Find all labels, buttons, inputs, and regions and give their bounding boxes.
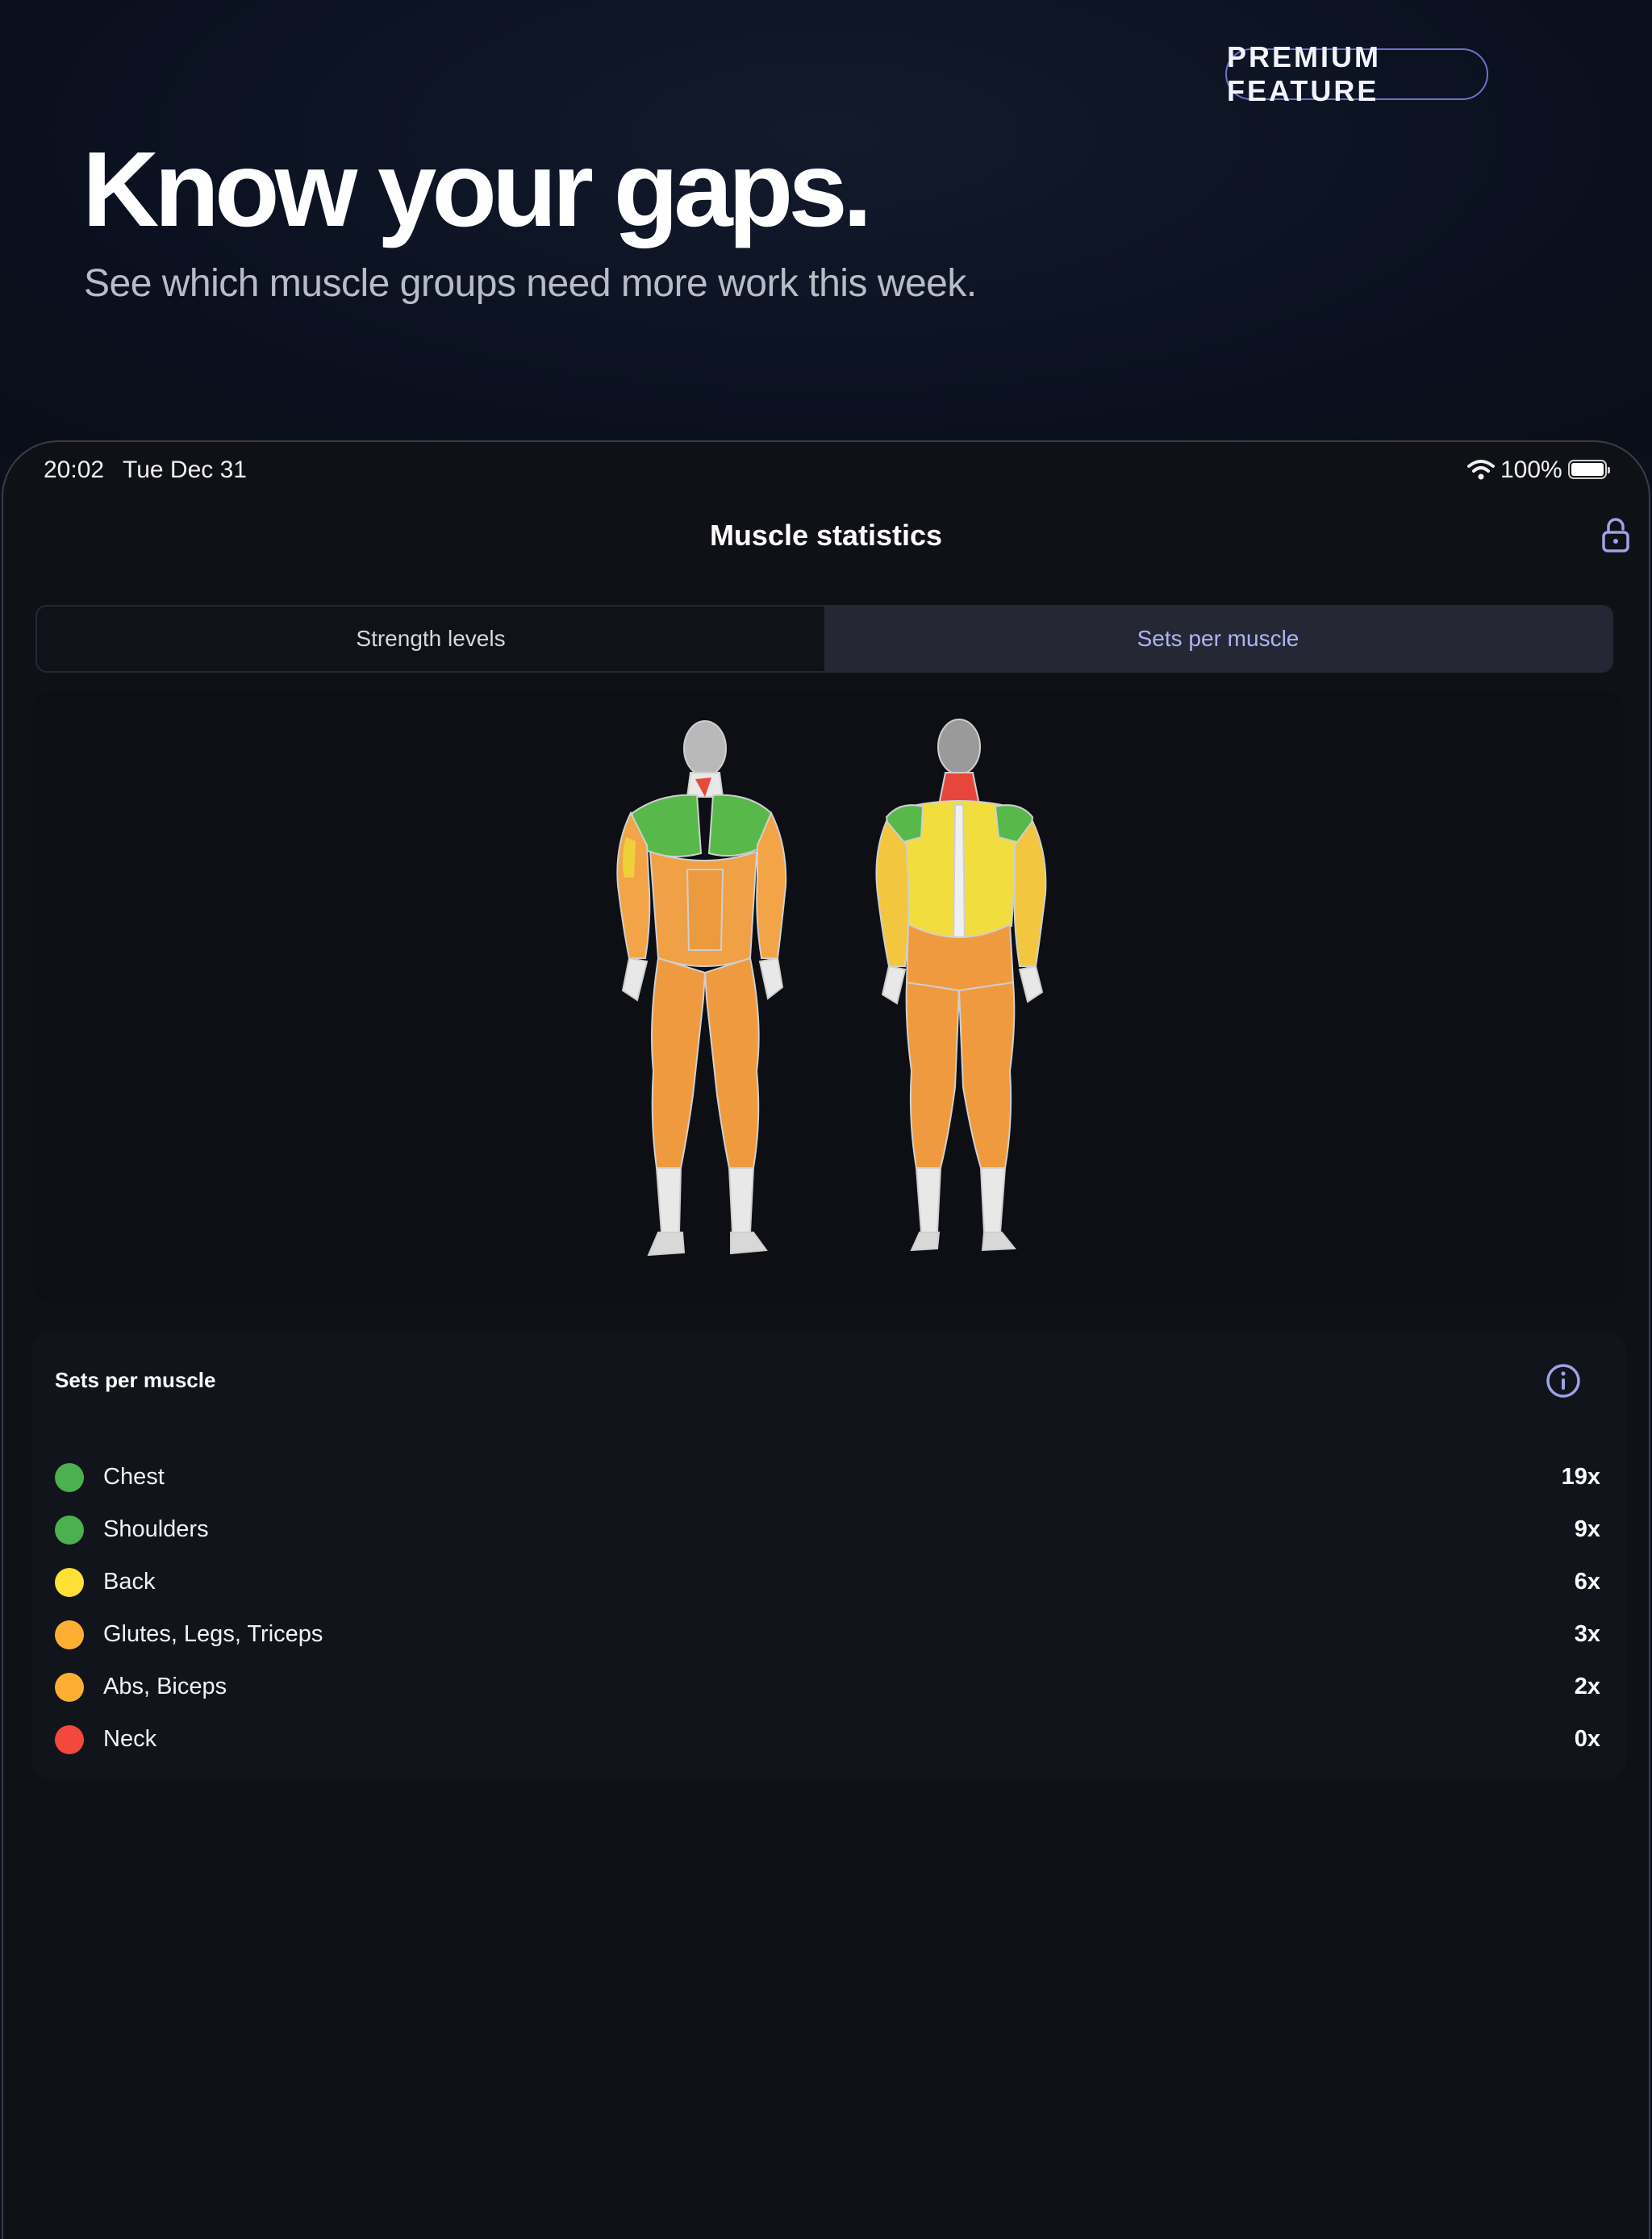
status-dot-orange bbox=[55, 1620, 84, 1649]
stat-row[interactable]: Neck 0x bbox=[32, 1716, 1626, 1764]
sets-count: 9x bbox=[1574, 1516, 1600, 1542]
stat-row[interactable]: Glutes, Legs, Triceps 3x bbox=[32, 1611, 1626, 1659]
sets-count: 2x bbox=[1574, 1674, 1600, 1699]
body-map-card bbox=[32, 692, 1625, 1303]
segmented-control: Strength levels Sets per muscle bbox=[35, 605, 1613, 673]
device-screen: 20:02 Tue Dec 31 100% Muscle statistics … bbox=[2, 440, 1650, 2239]
muscle-label: Chest bbox=[103, 1464, 165, 1490]
sets-count: 19x bbox=[1561, 1464, 1600, 1490]
muscle-label: Neck bbox=[103, 1726, 157, 1752]
sets-count: 3x bbox=[1574, 1621, 1600, 1647]
stat-row[interactable]: Chest 19x bbox=[32, 1453, 1626, 1502]
stats-title: Sets per muscle bbox=[55, 1368, 216, 1392]
status-time: 20:02 bbox=[44, 457, 105, 483]
muscle-label: Back bbox=[103, 1569, 156, 1595]
body-back-figure bbox=[875, 719, 1047, 1252]
tab-strength-levels[interactable]: Strength levels bbox=[37, 607, 824, 671]
sets-count: 6x bbox=[1574, 1569, 1600, 1595]
status-dot-green bbox=[55, 1516, 84, 1545]
status-dot-green bbox=[55, 1463, 84, 1492]
muscle-label: Abs, Biceps bbox=[103, 1674, 227, 1699]
stat-row[interactable]: Abs, Biceps 2x bbox=[32, 1663, 1626, 1712]
info-icon[interactable] bbox=[1546, 1363, 1581, 1399]
sets-count: 0x bbox=[1574, 1726, 1600, 1752]
body-front-figure bbox=[616, 720, 787, 1257]
sets-per-muscle-card: Sets per muscle Chest 19x Shoulders 9x B… bbox=[32, 1332, 1626, 1779]
stat-row[interactable]: Shoulders 9x bbox=[32, 1506, 1626, 1554]
lock-open-icon[interactable] bbox=[1600, 518, 1632, 553]
wifi-icon bbox=[1467, 460, 1495, 480]
battery-percentage: 100% bbox=[1500, 457, 1562, 483]
status-dot-red bbox=[55, 1725, 84, 1754]
muscle-label: Glutes, Legs, Triceps bbox=[103, 1621, 323, 1647]
stat-row[interactable]: Back 6x bbox=[32, 1558, 1626, 1607]
page-title: Muscle statistics bbox=[709, 519, 943, 552]
status-dot-yellow bbox=[55, 1568, 84, 1597]
hero-title: Know your gaps. bbox=[82, 130, 872, 248]
premium-badge: PREMIUM FEATURE bbox=[1225, 40, 1488, 107]
tab-sets-per-muscle[interactable]: Sets per muscle bbox=[824, 607, 1612, 671]
muscle-label: Shoulders bbox=[103, 1516, 209, 1542]
status-date: Tue Dec 31 bbox=[123, 457, 247, 483]
status-dot-orange bbox=[55, 1673, 84, 1702]
hero-subtitle: See which muscle groups need more work t… bbox=[84, 262, 977, 305]
battery-icon bbox=[1568, 460, 1610, 479]
status-bar: 20:02 Tue Dec 31 100% bbox=[3, 442, 1649, 498]
